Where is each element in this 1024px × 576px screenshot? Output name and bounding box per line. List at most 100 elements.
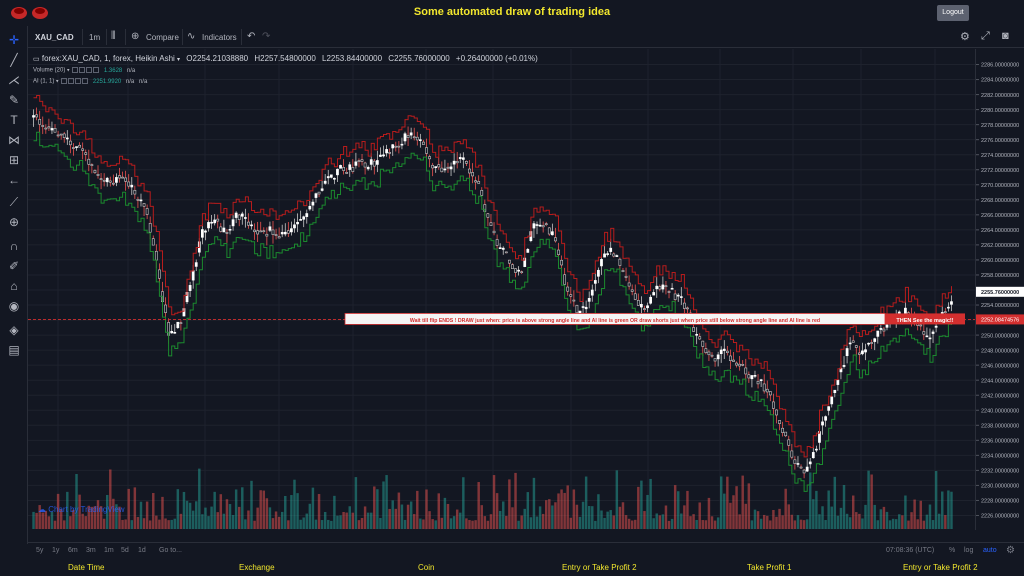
candle-body xyxy=(32,115,35,118)
candle-body xyxy=(692,327,695,332)
price-chart[interactable]: Wait till flip ENDS ! DRAW just when: pr… xyxy=(28,49,975,530)
ai-more-icon[interactable] xyxy=(82,78,89,84)
volume-bar xyxy=(188,502,192,529)
candle-body xyxy=(606,253,609,255)
volume-settings-icon[interactable] xyxy=(79,67,86,73)
legend-dropdown-icon[interactable]: ▾ xyxy=(177,57,180,63)
undo-icon[interactable]: ↶ xyxy=(247,31,255,42)
pattern-icon[interactable]: ⋈ xyxy=(5,132,23,148)
camera-icon[interactable]: ◙ xyxy=(1002,30,1009,42)
ruler-icon[interactable]: ⟋ xyxy=(5,194,23,210)
volume-bar xyxy=(615,470,619,529)
candle-body xyxy=(563,274,567,285)
settings-icon[interactable]: ⚙ xyxy=(960,30,970,43)
ai-eye-icon[interactable] xyxy=(61,78,68,84)
candle-body xyxy=(753,375,757,377)
candle-body xyxy=(627,282,631,287)
volume-bar xyxy=(400,504,404,529)
axis-settings-icon[interactable]: ⚙ xyxy=(1006,545,1015,556)
volume-bar xyxy=(207,516,210,529)
price-axis[interactable]: 2286.00000000 2284.00000000 2282.00000000 2… xyxy=(975,49,1024,530)
volume-bar xyxy=(468,520,471,529)
price-tick-label: 2236.00000000 xyxy=(981,439,1019,445)
trash-icon[interactable]: ▤ xyxy=(5,342,23,358)
prediction-icon[interactable]: ⊞ xyxy=(5,152,23,168)
chart-type-icon[interactable]: ⫴ xyxy=(111,30,116,43)
brush-icon[interactable]: ✎ xyxy=(5,92,23,108)
volume-label[interactable]: Volume (20) xyxy=(33,68,65,74)
candle-body xyxy=(179,322,183,324)
back-arrow-icon[interactable]: ← xyxy=(5,172,23,188)
range-6m[interactable]: 6m xyxy=(68,547,78,554)
volume-bar xyxy=(204,507,207,529)
draw-lock-icon[interactable]: ✐ xyxy=(5,258,23,274)
redo-icon[interactable]: ↷ xyxy=(262,31,270,42)
price-tick-label: 2232.00000000 xyxy=(981,469,1019,475)
tradingview-watermark[interactable]: ☁ Chart by TradingView xyxy=(38,505,125,514)
eye-icon[interactable]: ◉ xyxy=(5,298,23,314)
volume-bar xyxy=(726,476,729,529)
auto-toggle[interactable]: auto xyxy=(983,547,997,554)
zoom-icon[interactable]: ⊕ xyxy=(5,214,23,230)
volume-bar xyxy=(839,507,843,529)
candle-body xyxy=(191,270,195,281)
pitchfork-icon[interactable]: ⋌ xyxy=(5,72,23,88)
interval-button[interactable]: 1m xyxy=(89,33,100,42)
volume-bar xyxy=(333,495,336,529)
volume-bar xyxy=(901,515,904,529)
price-tick-label: 2276.00000000 xyxy=(981,138,1019,144)
range-1y[interactable]: 1y xyxy=(52,547,59,554)
candle-body xyxy=(581,306,585,308)
layers-icon[interactable]: ◈ xyxy=(5,322,23,338)
ai-settings-icon[interactable] xyxy=(68,78,75,84)
text-icon[interactable]: T xyxy=(5,112,23,128)
volume-bar xyxy=(569,517,573,529)
log-toggle[interactable]: log xyxy=(964,547,973,554)
percent-toggle[interactable]: % xyxy=(949,547,955,554)
range-3m[interactable]: 3m xyxy=(86,547,96,554)
range-5d[interactable]: 5d xyxy=(121,547,129,554)
range-1d[interactable]: 1d xyxy=(138,547,146,554)
volume-eye-icon[interactable] xyxy=(72,67,79,73)
compare-icon[interactable]: ⊕ xyxy=(131,31,139,42)
indicators-icon[interactable]: ∿ xyxy=(187,31,195,42)
goto-button[interactable]: Go to... xyxy=(159,547,182,554)
indicators-button[interactable]: Indicators xyxy=(202,33,237,42)
candle-body xyxy=(670,287,674,290)
candle-body xyxy=(394,145,398,148)
footer-entry-tp2: Entry or Take Profit 2 xyxy=(562,563,637,572)
candle-body xyxy=(600,259,603,267)
legend-collapse-icon[interactable]: ▭ xyxy=(33,56,40,63)
volume-bar xyxy=(864,504,867,529)
volume-bar xyxy=(913,499,916,529)
volume-more-icon[interactable] xyxy=(93,67,100,73)
volume-bar xyxy=(170,519,173,529)
candle-body xyxy=(231,219,235,227)
range-5y[interactable]: 5y xyxy=(36,547,43,554)
volume-bar xyxy=(210,506,213,529)
trend-line-icon[interactable]: ╱ xyxy=(5,52,23,68)
candle-body xyxy=(425,147,428,154)
lock-icon[interactable]: ⌂ xyxy=(5,278,23,294)
compare-button[interactable]: Compare xyxy=(146,33,179,42)
crosshair-icon[interactable]: ✛ xyxy=(5,32,23,48)
range-1m[interactable]: 1m xyxy=(104,547,114,554)
volume-bar xyxy=(692,514,695,529)
candle-body xyxy=(247,221,250,226)
volume-bar xyxy=(944,515,947,529)
volume-bar xyxy=(781,515,784,529)
ai-label[interactable]: AI (1, 1) xyxy=(33,79,54,85)
legend-series-title[interactable]: forex:XAU_CAD, 1, forex, Heikin Ashi xyxy=(42,54,175,63)
volume-bar xyxy=(581,501,585,529)
symbol-search[interactable]: XAU_CAD xyxy=(35,33,74,42)
ai-close-icon[interactable] xyxy=(75,78,82,84)
fullscreen-icon[interactable]: ⤢ xyxy=(981,30,990,43)
logout-button[interactable]: Logout xyxy=(937,5,969,21)
magnet-icon[interactable]: ∩ xyxy=(5,238,23,254)
utc-clock[interactable]: 07:08:36 (UTC) xyxy=(886,547,934,554)
volume-close-icon[interactable] xyxy=(86,67,93,73)
volume-bar xyxy=(259,490,262,529)
volume-bar xyxy=(520,515,523,529)
volume-bar xyxy=(848,517,852,529)
volume-bar xyxy=(284,496,287,529)
